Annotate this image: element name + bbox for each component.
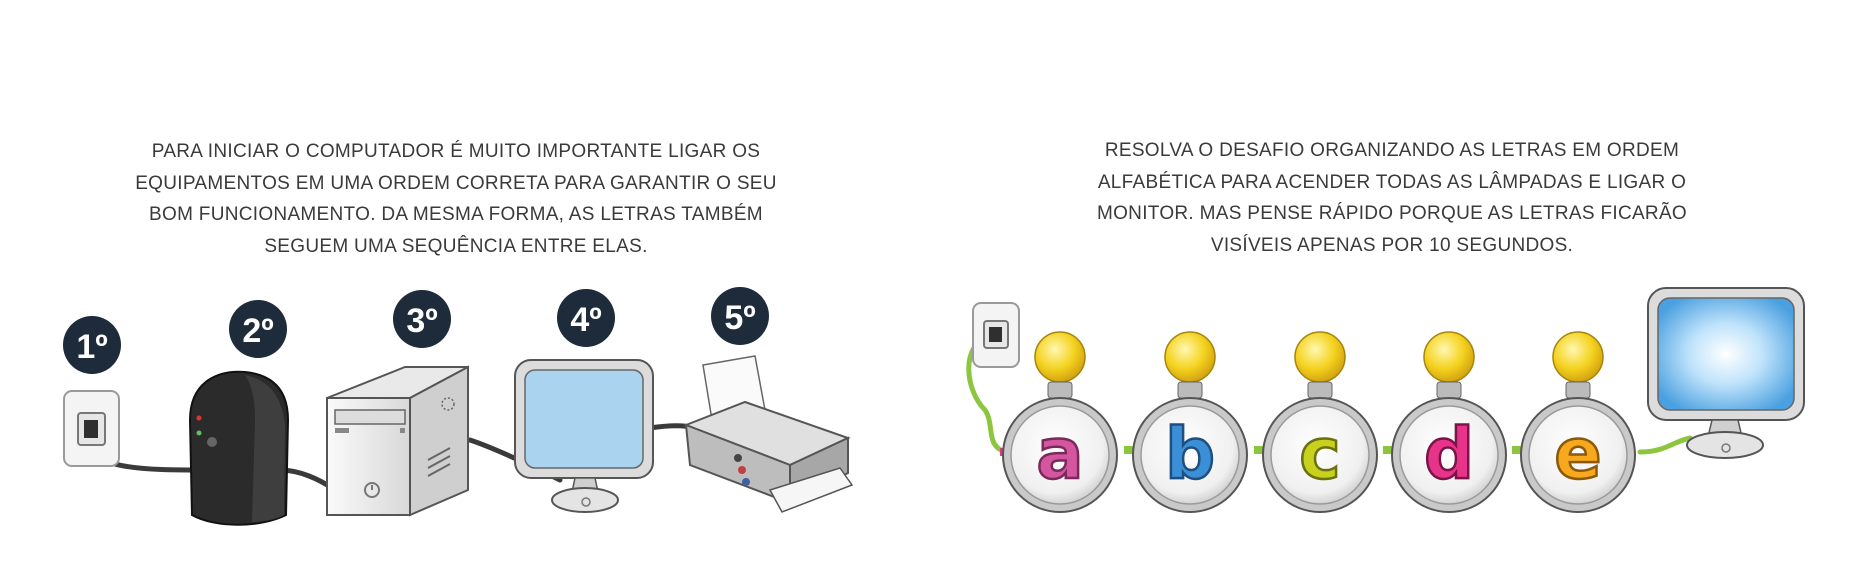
monitor-right-icon (1647, 287, 1805, 459)
step-4-badge-text: 4º (570, 301, 601, 339)
letter-a: a (1036, 413, 1083, 495)
step-3-badge-text: 3º (406, 302, 437, 340)
step-5: 5º (683, 287, 854, 513)
illustration-canvas: 1º 2º 3º 4º 5º a b c d e (63, 287, 1805, 526)
cpu-tower-icon (326, 365, 469, 517)
monitor-icon (514, 359, 654, 513)
printer-icon (683, 355, 854, 513)
step-1-badge-text: 1º (76, 328, 107, 366)
letter-d: d (1424, 413, 1474, 495)
letter-bulb-b: b (1132, 331, 1248, 513)
step-3: 3º (326, 290, 469, 517)
step-5-badge-text: 5º (724, 299, 755, 337)
letter-bulb-e: e (1520, 331, 1636, 513)
step-2-badge-text: 2º (242, 312, 273, 350)
letter-e: e (1554, 413, 1601, 495)
wall-outlet-right-icon (972, 302, 1020, 368)
voltage-stabilizer-icon (188, 370, 290, 526)
letter-c: c (1299, 413, 1341, 495)
step-1: 1º (63, 316, 121, 467)
letter-bulb-d: d (1391, 331, 1507, 513)
letter-bulb-a: a (1002, 331, 1118, 513)
step-2: 2º (188, 300, 290, 526)
wall-outlet-icon (63, 390, 120, 467)
letter-bulb-c: c (1262, 331, 1378, 513)
step-4: 4º (514, 289, 654, 513)
letter-b: b (1165, 413, 1215, 495)
